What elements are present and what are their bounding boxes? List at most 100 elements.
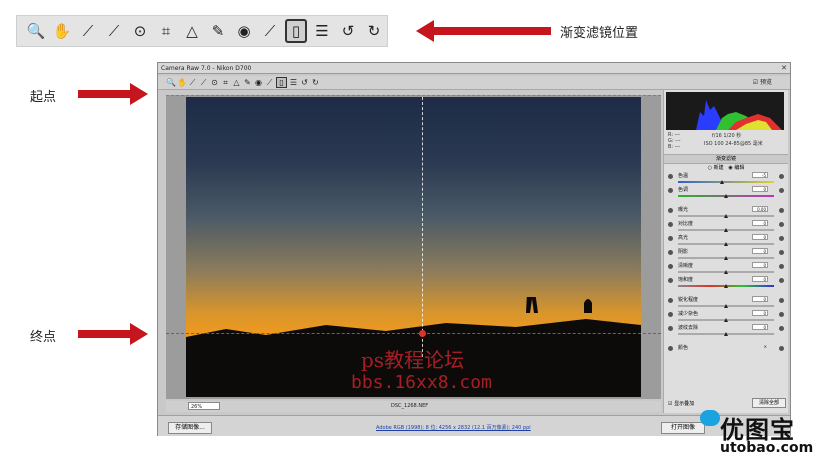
window-color-sampler-icon[interactable]: ⟋ xyxy=(199,78,208,88)
window-target-adjustment-icon[interactable]: ⊙ xyxy=(210,78,219,87)
slider-value[interactable]: 0 xyxy=(752,262,768,268)
plus-icon[interactable] xyxy=(779,326,784,331)
minus-icon[interactable] xyxy=(668,208,673,213)
color-sampler-icon[interactable]: ⟋ xyxy=(103,20,125,42)
slider-1[interactable]: 色调 0 xyxy=(668,186,784,200)
minus-icon[interactable] xyxy=(668,278,673,283)
slider-6[interactable]: 清晰度 0 xyxy=(668,262,784,276)
spot-removal-icon[interactable]: ✎ xyxy=(207,20,229,42)
crop-icon[interactable]: ⌗ xyxy=(155,20,177,42)
target-adjustment-icon[interactable]: ⊙ xyxy=(129,20,151,42)
minus-icon[interactable] xyxy=(668,250,673,255)
red-eye-icon[interactable]: ◉ xyxy=(233,20,255,42)
plus-icon[interactable] xyxy=(779,174,784,179)
slider-8[interactable]: 锐化程度 0 xyxy=(668,296,784,310)
window-crop-icon[interactable]: ⌗ xyxy=(221,78,230,88)
window-spot-removal-icon[interactable]: ✎ xyxy=(243,78,252,87)
workflow-options-link[interactable]: Adobe RGB (1998); 8 位; 4256 x 2832 (12.1… xyxy=(376,424,531,431)
window-graduated-filter-icon[interactable]: ▯ xyxy=(276,77,287,88)
slider-knob[interactable] xyxy=(724,194,728,198)
slider-value[interactable]: 0 xyxy=(752,186,768,192)
plus-icon[interactable] xyxy=(779,346,784,351)
plus-icon[interactable] xyxy=(779,188,784,193)
slider-2[interactable]: 曝光 0.00 xyxy=(668,206,784,220)
window-white-balance-eyedropper-icon[interactable]: ⟋ xyxy=(188,78,197,88)
slider-track[interactable] xyxy=(678,181,774,183)
minus-icon[interactable] xyxy=(668,222,673,227)
window-preferences-list-icon[interactable]: ☰ xyxy=(289,78,298,87)
open-image-button[interactable]: 打开图像 xyxy=(661,422,705,434)
slider-value[interactable]: 0 xyxy=(752,324,768,330)
slider-10[interactable]: 波纹去除 0 xyxy=(668,324,784,338)
slider-value[interactable]: 0 xyxy=(752,248,768,254)
zoom-icon[interactable]: 🔍 xyxy=(25,20,47,42)
slider-knob[interactable] xyxy=(724,318,728,322)
preferences-list-icon[interactable]: ☰ xyxy=(311,20,333,42)
adjustment-brush-icon[interactable]: ⟋ xyxy=(259,20,281,42)
plus-icon[interactable] xyxy=(779,250,784,255)
window-straighten-icon[interactable]: △ xyxy=(232,78,241,87)
slider-value[interactable]: -5 xyxy=(752,172,768,178)
slider-knob[interactable] xyxy=(724,270,728,274)
plus-icon[interactable] xyxy=(779,264,784,269)
color-swatch[interactable]: ✕ xyxy=(752,344,768,350)
save-image-button[interactable]: 存储图像... xyxy=(168,422,212,434)
slider-value[interactable]: 0 xyxy=(752,220,768,226)
slider-knob[interactable] xyxy=(724,332,728,336)
slider-11[interactable]: 颜色 ✕ xyxy=(668,344,784,358)
plus-icon[interactable] xyxy=(779,236,784,241)
rotate-left-icon[interactable]: ↺ xyxy=(337,20,359,42)
end-guide-line[interactable] xyxy=(166,333,661,334)
slider-knob[interactable] xyxy=(724,214,728,218)
radio-edit[interactable]: ◉ 编辑 xyxy=(728,165,744,171)
slider-4[interactable]: 高光 0 xyxy=(668,234,784,248)
slider-3[interactable]: 对比度 0 xyxy=(668,220,784,234)
slider-knob[interactable] xyxy=(724,242,728,246)
slider-knob[interactable] xyxy=(724,256,728,260)
minus-icon[interactable] xyxy=(668,298,673,303)
window-red-eye-icon[interactable]: ◉ xyxy=(254,78,263,87)
zoom-select[interactable]: 26% xyxy=(188,402,220,410)
close-icon[interactable]: ✕ xyxy=(781,64,787,72)
hand-icon[interactable]: ✋ xyxy=(51,20,73,42)
image-preview[interactable]: ps教程论坛 bbs.16xx8.com xyxy=(166,95,661,399)
white-balance-eyedropper-icon[interactable]: ⟋ xyxy=(77,20,99,42)
slider-0[interactable]: 色温 -5 xyxy=(668,172,784,186)
slider-value[interactable]: 0 xyxy=(752,296,768,302)
window-hand-icon[interactable]: ✋ xyxy=(177,78,187,87)
plus-icon[interactable] xyxy=(779,222,784,227)
minus-icon[interactable] xyxy=(668,326,673,331)
preview-checkbox[interactable]: ☑ 预览 xyxy=(753,77,772,86)
plus-icon[interactable] xyxy=(779,312,784,317)
rotate-right-icon[interactable]: ↻ xyxy=(363,20,385,42)
gradient-center-pin[interactable] xyxy=(419,330,426,337)
show-mask-checkbox[interactable]: ☑ 显示叠加 xyxy=(668,400,694,407)
window-zoom-icon[interactable]: 🔍 xyxy=(166,78,176,87)
slider-knob[interactable] xyxy=(720,180,725,184)
slider-knob[interactable] xyxy=(724,228,728,232)
radio-new[interactable]: ○ 新建 xyxy=(708,165,724,171)
straighten-icon[interactable]: △ xyxy=(181,20,203,42)
minus-icon[interactable] xyxy=(668,188,673,193)
window-rotate-right-icon[interactable]: ↻ xyxy=(311,78,320,87)
plus-icon[interactable] xyxy=(779,208,784,213)
slider-value[interactable]: 0 xyxy=(752,276,768,282)
slider-value[interactable]: 0 xyxy=(752,310,768,316)
start-guide-line[interactable] xyxy=(166,95,661,96)
slider-5[interactable]: 阴影 0 xyxy=(668,248,784,262)
minus-icon[interactable] xyxy=(668,346,673,351)
minus-icon[interactable] xyxy=(668,264,673,269)
slider-value[interactable]: 0.00 xyxy=(752,206,768,212)
clear-all-button[interactable]: 清除全部 xyxy=(752,398,786,408)
slider-value[interactable]: 0 xyxy=(752,234,768,240)
minus-icon[interactable] xyxy=(668,236,673,241)
slider-knob[interactable] xyxy=(724,304,728,308)
window-rotate-left-icon[interactable]: ↺ xyxy=(300,78,309,87)
plus-icon[interactable] xyxy=(779,278,784,283)
graduated-filter-icon[interactable]: ▯ xyxy=(285,19,307,43)
slider-9[interactable]: 减少杂色 0 xyxy=(668,310,784,324)
slider-7[interactable]: 饱和度 0 xyxy=(668,276,784,290)
minus-icon[interactable] xyxy=(668,312,673,317)
window-adjustment-brush-icon[interactable]: ⟋ xyxy=(265,78,274,88)
plus-icon[interactable] xyxy=(779,298,784,303)
